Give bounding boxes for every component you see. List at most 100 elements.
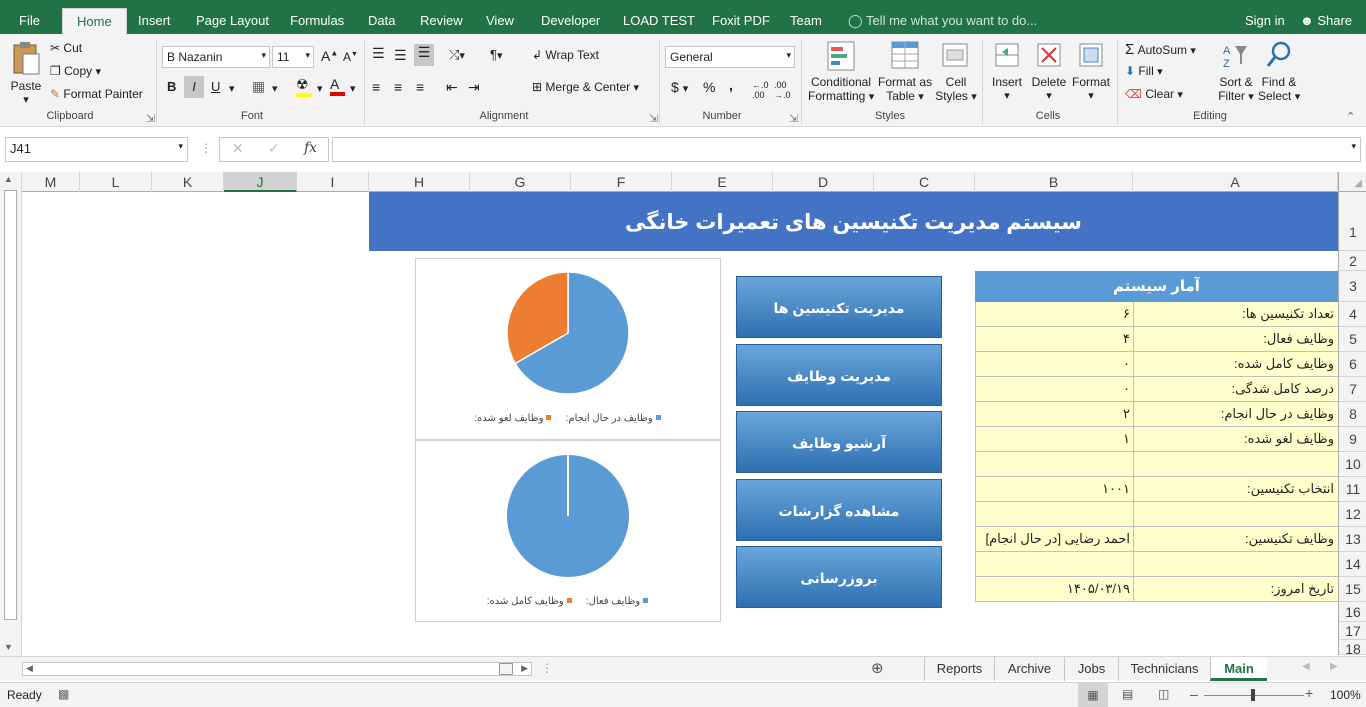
stats-row[interactable]: تعداد تکنیسین ها: ۶ bbox=[975, 302, 1338, 327]
dialog-launcher-icon[interactable]: ⇲ bbox=[649, 112, 658, 125]
zoom-level[interactable]: 100% bbox=[1330, 688, 1361, 702]
tell-me-box[interactable]: ◯ Tell me what you want to do... bbox=[848, 8, 1037, 34]
stats-row[interactable]: درصد کامل شدگی: ۰ bbox=[975, 377, 1338, 402]
stats-row[interactable]: وظایف فعال: ۴ bbox=[975, 327, 1338, 352]
fill-color-icon[interactable]: ☢ bbox=[296, 76, 312, 97]
sheet-tab-jobs[interactable]: Jobs bbox=[1064, 657, 1118, 681]
dialog-launcher-icon[interactable]: ⇲ bbox=[146, 112, 155, 125]
conditional-formatting-button[interactable]: Conditional Formatting ▾ bbox=[808, 40, 874, 103]
align-right-icon[interactable]: ≡ bbox=[416, 79, 424, 95]
zoom-out-icon[interactable]: – bbox=[1190, 686, 1198, 702]
stats-row[interactable]: انتخاب تکنیسین: ۱۰۰۱ bbox=[975, 477, 1338, 502]
row-header-8[interactable]: 8 bbox=[1339, 402, 1366, 427]
decrease-font-icon[interactable]: A▼ bbox=[343, 50, 358, 64]
task-archive-button[interactable]: آرشیو وظایف bbox=[736, 411, 942, 473]
clear-button[interactable]: ⌫ Clear ▾ bbox=[1125, 87, 1183, 101]
new-sheet-icon[interactable]: ⊕ bbox=[871, 659, 884, 677]
font-name-select[interactable]: B Nazanin ▾ bbox=[162, 46, 270, 68]
row-header-13[interactable]: 13 bbox=[1339, 527, 1366, 552]
column-header-c[interactable]: C bbox=[874, 172, 975, 192]
tab-review[interactable]: Review bbox=[420, 8, 463, 34]
underline-button[interactable]: U bbox=[211, 79, 220, 94]
row-header-18[interactable]: 18 bbox=[1339, 640, 1366, 655]
tab-view[interactable]: View bbox=[486, 8, 514, 34]
column-header-f[interactable]: F bbox=[571, 172, 672, 192]
comma-button[interactable]: , bbox=[729, 77, 733, 93]
stats-row[interactable] bbox=[975, 502, 1338, 527]
chevron-down-icon[interactable]: ▾ bbox=[317, 82, 323, 95]
paste-button[interactable]: Paste ▾ bbox=[8, 40, 44, 106]
format-as-table-button[interactable]: Format as Table ▾ bbox=[876, 40, 934, 103]
stats-row[interactable]: وظایف تکنیسین: احمد رضایی [در حال انجام] bbox=[975, 527, 1338, 552]
borders-icon[interactable]: ▦ bbox=[252, 78, 265, 95]
share-button[interactable]: ☻ Share bbox=[1300, 8, 1352, 34]
row-header-4[interactable]: 4 bbox=[1339, 302, 1366, 327]
column-header-b[interactable]: B bbox=[975, 172, 1133, 192]
tab-developer[interactable]: Developer bbox=[541, 8, 600, 34]
stats-row[interactable]: وظایف در حال انجام: ۲ bbox=[975, 402, 1338, 427]
align-left-icon[interactable]: ≡ bbox=[372, 79, 380, 95]
scroll-thumb[interactable] bbox=[499, 663, 513, 675]
chevron-down-icon[interactable]: ▾ bbox=[272, 82, 278, 95]
autosum-button[interactable]: Σ AutoSum ▾ bbox=[1125, 41, 1196, 58]
row-header-10[interactable]: 10 bbox=[1339, 452, 1366, 477]
decrease-indent-icon[interactable]: ⇤ bbox=[446, 79, 458, 96]
zoom-in-icon[interactable]: + bbox=[1305, 685, 1313, 701]
formula-input[interactable]: ▾ bbox=[332, 137, 1361, 162]
stats-row[interactable]: وظایف کامل شده: ۰ bbox=[975, 352, 1338, 377]
column-header-l[interactable]: L bbox=[80, 172, 152, 192]
page-break-view-icon[interactable]: ◫ bbox=[1158, 687, 1169, 701]
row-header-12[interactable]: 12 bbox=[1339, 502, 1366, 527]
chevron-down-icon[interactable]: ▾ bbox=[350, 82, 356, 95]
refresh-button[interactable]: بروزرسانی bbox=[736, 546, 942, 608]
sign-in-link[interactable]: Sign in bbox=[1245, 8, 1285, 34]
stats-row[interactable]: تاریخ امروز: ۱۴۰۵/۰۳/۱۹ bbox=[975, 577, 1338, 602]
dialog-launcher-icon[interactable]: ⇲ bbox=[789, 112, 798, 125]
column-header-h[interactable]: H bbox=[369, 172, 470, 192]
font-size-select[interactable]: 11 ▾ bbox=[272, 46, 314, 68]
split-grip[interactable]: ⋮ bbox=[541, 661, 553, 675]
row-header-7[interactable]: 7 bbox=[1339, 377, 1366, 402]
scroll-down-icon[interactable]: ▼ bbox=[4, 642, 13, 652]
column-header-m[interactable]: M bbox=[22, 172, 80, 192]
percent-button[interactable]: % bbox=[703, 79, 715, 95]
cut-button[interactable]: ✂ Cut bbox=[50, 41, 82, 55]
text-direction-icon[interactable]: ¶▾ bbox=[490, 47, 503, 62]
align-center-icon[interactable]: ≡ bbox=[394, 79, 402, 95]
column-header-j[interactable]: J bbox=[224, 172, 297, 192]
row-header-17[interactable]: 17 bbox=[1339, 622, 1366, 640]
tab-data[interactable]: Data bbox=[368, 8, 395, 34]
tab-page-layout[interactable]: Page Layout bbox=[196, 8, 269, 34]
function-icon[interactable]: fx bbox=[304, 140, 317, 156]
scroll-left-icon[interactable]: ◀ bbox=[26, 663, 33, 674]
tab-load-test[interactable]: LOAD TEST bbox=[623, 8, 695, 34]
row-header-5[interactable]: 5 bbox=[1339, 327, 1366, 352]
align-bottom-icon[interactable]: ☰ bbox=[414, 44, 434, 66]
row-header-9[interactable]: 9 bbox=[1339, 427, 1366, 452]
tab-team[interactable]: Team bbox=[790, 8, 822, 34]
scroll-up-icon[interactable]: ▲ bbox=[4, 174, 13, 184]
number-format-select[interactable]: General ▾ bbox=[665, 46, 795, 68]
format-cells-button[interactable]: Format ▾ bbox=[1070, 40, 1112, 102]
merge-center-button[interactable]: ⊞ Merge & Center ▾ bbox=[532, 80, 639, 94]
column-header-g[interactable]: G bbox=[470, 172, 571, 192]
row-header-15[interactable]: 15 bbox=[1339, 577, 1366, 602]
tab-scroll-left-icon[interactable]: ◀ bbox=[1302, 661, 1310, 672]
sheet-tab-technicians[interactable]: Technicians bbox=[1118, 657, 1210, 681]
delete-cells-button[interactable]: Delete ▾ bbox=[1030, 40, 1068, 102]
row-header-14[interactable]: 14 bbox=[1339, 552, 1366, 577]
row-header-1[interactable]: 1 bbox=[1339, 192, 1366, 251]
tab-formulas[interactable]: Formulas bbox=[290, 8, 344, 34]
font-color-icon[interactable]: A bbox=[330, 76, 345, 96]
tab-file[interactable]: File bbox=[19, 8, 40, 34]
manage-tasks-button[interactable]: مدیریت وظایف bbox=[736, 344, 942, 406]
view-reports-button[interactable]: مشاهده گزارشات bbox=[736, 479, 942, 541]
collapse-ribbon-icon[interactable]: ⌃ bbox=[1346, 110, 1355, 123]
stats-row[interactable]: وظایف لغو شده: ۱ bbox=[975, 427, 1338, 452]
cell-styles-button[interactable]: Cell Styles ▾ bbox=[934, 40, 978, 103]
stats-row[interactable] bbox=[975, 452, 1338, 477]
bold-button[interactable]: B bbox=[167, 79, 176, 94]
increase-decimal-icon[interactable]: ←.0.00 bbox=[752, 80, 769, 100]
cancel-icon[interactable]: ✕ bbox=[232, 140, 244, 157]
column-header-i[interactable]: I bbox=[297, 172, 369, 192]
